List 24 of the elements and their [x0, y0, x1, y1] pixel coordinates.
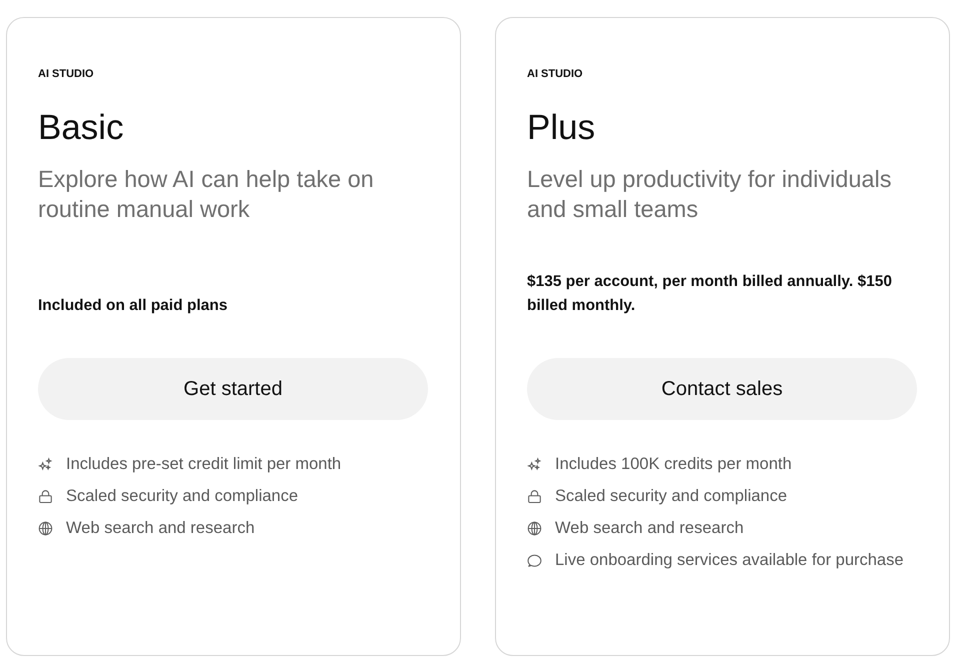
plan-tagline: Explore how AI can help take on routine manual work [38, 165, 375, 224]
globe-icon [38, 520, 53, 536]
plan-button[interactable]: Get started [38, 358, 428, 420]
plan-tagline: Level up productivity for individuals and small teams [527, 165, 892, 224]
feature-text: Scaled security and compliance [66, 486, 298, 506]
speech-bubble-icon [527, 552, 542, 568]
lock-icon [527, 488, 542, 504]
plan-name: Plus [527, 108, 596, 148]
feature-text: Includes 100K credits per month [555, 454, 792, 474]
eyebrow-label: AI STUDIO [38, 67, 94, 81]
sparkle-icon [527, 456, 542, 472]
feature-text: Web search and research [66, 518, 255, 538]
price-note: Included on all paid plans [38, 296, 228, 316]
plan-button[interactable]: Contact sales [527, 358, 917, 420]
eyebrow-label: AI STUDIO [527, 67, 583, 81]
feature-text: Includes pre-set credit limit per month [66, 454, 342, 474]
price-note: $135 per account, per month billed annually. $150 billed monthly. [527, 272, 893, 316]
globe-icon [527, 520, 542, 536]
sparkle-icon [38, 456, 53, 472]
lock-icon [38, 488, 53, 504]
feature-text: Scaled security and compliance [555, 486, 788, 506]
feature-text: Live onboarding services available for purchase [555, 550, 904, 570]
plan-name: Basic [38, 108, 124, 148]
feature-text: Web search and research [555, 518, 744, 538]
